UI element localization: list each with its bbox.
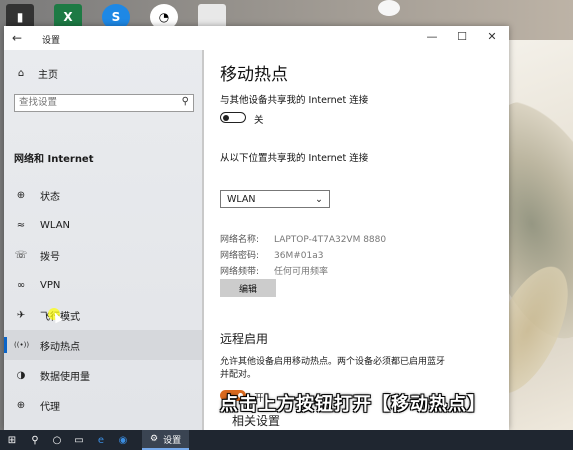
edge-icon[interactable]: e bbox=[90, 430, 112, 450]
remote-section-title: 远程启用 bbox=[220, 332, 269, 346]
toggle-knob bbox=[223, 114, 229, 121]
sidebar: ⌂ 主页 ⚲ 网络和 Internet ⊕ 状态 ≈ WLAN ☏ 拨号 ∞ V… bbox=[4, 50, 204, 430]
search-icon[interactable]: ⚲ bbox=[24, 430, 46, 450]
network-password-value: 36M#01a3 bbox=[274, 251, 324, 261]
share-from-label: 从以下位置共享我的 Internet 连接 bbox=[220, 153, 369, 164]
share-toggle[interactable] bbox=[220, 112, 246, 123]
data-usage-icon: ◑ bbox=[16, 369, 26, 381]
taskbar: ⊞ ⚲ ○ ▭ e ◉ ⚙ 设置 bbox=[0, 430, 573, 450]
task-view-icon[interactable]: ○ bbox=[46, 430, 68, 450]
sidebar-item-dialup[interactable]: ☏ 拨号 bbox=[4, 240, 204, 270]
hotspot-icon: ((•)) bbox=[14, 341, 30, 349]
back-arrow-icon[interactable]: ← bbox=[12, 31, 22, 45]
sidebar-item-airplane[interactable]: ✈ 飞行模式 bbox=[4, 300, 204, 330]
sidebar-home[interactable]: ⌂ 主页 bbox=[14, 66, 58, 81]
network-name-row: 网络名称: LAPTOP-4T7A32VM 8880 bbox=[220, 232, 386, 245]
sidebar-item-wlan[interactable]: ≈ WLAN bbox=[4, 210, 204, 240]
blue-app-taskbar-icon[interactable]: ◉ bbox=[112, 430, 134, 450]
sidebar-home-label: 主页 bbox=[38, 70, 58, 81]
network-band-row: 网络频带: 任何可用频率 bbox=[220, 264, 328, 277]
network-password-row: 网络密码: 36M#01a3 bbox=[220, 248, 323, 261]
chevron-down-icon: ⌄ bbox=[315, 193, 323, 205]
sidebar-item-label: 状态 bbox=[40, 191, 60, 203]
network-band-key: 网络频带: bbox=[220, 267, 260, 277]
tutorial-caption: 点击上方按钮打开【移动热点】 bbox=[220, 394, 486, 415]
sidebar-item-label: WLAN bbox=[40, 219, 71, 231]
sidebar-item-data-usage[interactable]: ◑ 数据使用量 bbox=[4, 360, 204, 390]
sidebar-nav: ⊕ 状态 ≈ WLAN ☏ 拨号 ∞ VPN ✈ 飞行模式 ((•)) 移动热点 bbox=[4, 180, 204, 420]
share-toggle-state: 关 bbox=[254, 115, 264, 126]
gear-icon: ⚙ bbox=[150, 434, 159, 444]
sidebar-item-label: 代理 bbox=[40, 401, 60, 413]
vpn-icon: ∞ bbox=[16, 279, 26, 291]
globe-status-icon: ⊕ bbox=[16, 189, 26, 201]
page-title: 移动热点 bbox=[220, 65, 288, 85]
sidebar-item-label: VPN bbox=[40, 279, 61, 291]
proxy-icon: ⊕ bbox=[16, 399, 26, 411]
network-name-value: LAPTOP-4T7A32VM 8880 bbox=[274, 235, 387, 245]
share-from-value: WLAN bbox=[227, 193, 256, 205]
windows-start-icon[interactable]: ⊞ bbox=[0, 430, 24, 450]
desktop-small-icon[interactable] bbox=[378, 0, 400, 16]
airplane-icon: ✈ bbox=[16, 309, 26, 321]
sidebar-item-hotspot[interactable]: ((•)) 移动热点 bbox=[4, 330, 204, 360]
search-icon[interactable]: ⚲ bbox=[182, 96, 189, 107]
remote-description: 允许其他设备启用移动热点。两个设备必须都已启用蓝牙并配对。 bbox=[220, 357, 446, 380]
title-bar: ← 设置 — ☐ ✕ bbox=[4, 26, 509, 50]
edit-button[interactable]: 编辑 bbox=[220, 279, 276, 297]
home-icon: ⌂ bbox=[17, 68, 25, 79]
settings-window: ← 设置 — ☐ ✕ ⌂ 主页 ⚲ 网络和 Internet ⊕ 状态 ≈ WL… bbox=[4, 26, 509, 430]
sidebar-item-label: 拨号 bbox=[40, 251, 60, 263]
search-box: ⚲ bbox=[14, 94, 194, 112]
sidebar-item-vpn[interactable]: ∞ VPN bbox=[4, 270, 204, 300]
network-password-key: 网络密码: bbox=[220, 251, 260, 261]
sidebar-item-label: 数据使用量 bbox=[40, 371, 90, 383]
network-name-key: 网络名称: bbox=[220, 235, 260, 245]
network-band-value: 任何可用频率 bbox=[274, 267, 329, 277]
main-content: 移动热点 与其他设备共享我的 Internet 连接 关 从以下位置共享我的 I… bbox=[220, 50, 509, 430]
sidebar-scrollbar[interactable] bbox=[202, 50, 204, 430]
file-explorer-icon[interactable]: ▭ bbox=[68, 430, 90, 450]
share-from-dropdown[interactable]: WLAN ⌄ bbox=[220, 190, 330, 208]
sidebar-item-status[interactable]: ⊕ 状态 bbox=[4, 180, 204, 210]
wifi-icon: ≈ bbox=[16, 219, 26, 231]
taskbar-settings-button[interactable]: ⚙ 设置 bbox=[142, 430, 190, 450]
taskbar-settings-label: 设置 bbox=[163, 435, 182, 446]
sidebar-item-label: 移动热点 bbox=[40, 341, 80, 353]
close-button[interactable]: ✕ bbox=[482, 30, 502, 46]
maximize-button[interactable]: ☐ bbox=[452, 30, 472, 46]
share-label: 与其他设备共享我的 Internet 连接 bbox=[220, 95, 369, 106]
window-title: 设置 bbox=[42, 36, 61, 46]
sidebar-item-proxy[interactable]: ⊕ 代理 bbox=[4, 390, 204, 420]
minimize-button[interactable]: — bbox=[422, 30, 442, 46]
search-input[interactable] bbox=[15, 95, 169, 109]
dialup-icon: ☏ bbox=[14, 249, 28, 261]
section-title: 网络和 Internet bbox=[14, 154, 94, 165]
